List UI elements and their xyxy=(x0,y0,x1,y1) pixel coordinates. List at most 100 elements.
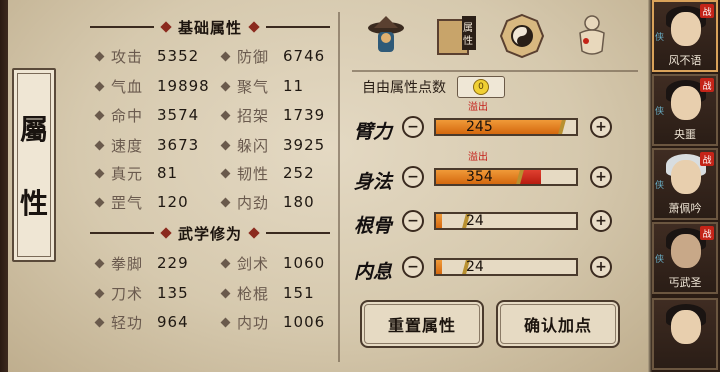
portrait-face xyxy=(671,234,701,268)
body-figure-icon xyxy=(579,15,605,55)
plus-button[interactable]: + xyxy=(590,210,612,232)
stat-name: 罡气 xyxy=(111,193,144,212)
stat-name: 内功 xyxy=(237,313,270,332)
hero-tag: 侠 xyxy=(655,107,665,117)
bagua-icon xyxy=(499,13,545,59)
bar-fill xyxy=(436,120,562,134)
hero-tag: 侠 xyxy=(655,33,665,43)
stat-name: 轻功 xyxy=(111,313,144,332)
title-diamond-left xyxy=(160,227,172,239)
battle-badge: 战 xyxy=(700,4,714,18)
tab-attributes-label: 属性 xyxy=(463,23,473,47)
stat-gang-qi: 罡气 120 xyxy=(94,191,189,213)
stat-value: 11 xyxy=(283,77,305,95)
stat-name: 剑术 xyxy=(237,254,270,273)
attr-name: 内息 xyxy=(354,260,393,283)
reset-attributes-button[interactable]: 重置属性 xyxy=(360,300,484,348)
attr-row-strength: 臂力 − 245 溢出 + xyxy=(354,102,644,150)
portrait-face xyxy=(671,310,701,344)
stat-name: 聚气 xyxy=(237,77,270,96)
stat-value: 3925 xyxy=(283,136,326,154)
tab-attributes[interactable]: 属性 xyxy=(430,10,482,62)
attr-value: 245 xyxy=(466,119,493,135)
diamond-bullet-icon xyxy=(220,81,231,91)
attr-bar[interactable]: 354 xyxy=(434,168,578,186)
tab-attributes-side[interactable]: 屬 性 xyxy=(12,68,56,262)
stat-value: 964 xyxy=(157,313,189,331)
stat-lightness: 轻功 964 xyxy=(94,311,189,333)
stat-name: 真元 xyxy=(111,164,144,183)
overflow-label: 溢出 xyxy=(468,102,488,113)
bar-fill xyxy=(436,214,442,228)
hero-tag: 侠 xyxy=(655,255,665,265)
title-diamond-right xyxy=(248,21,260,33)
character-card[interactable]: 战 侠 央噩 xyxy=(652,74,718,146)
title-line-left xyxy=(90,232,154,234)
diamond-bullet-icon xyxy=(220,168,231,178)
stat-name: 防御 xyxy=(237,47,270,66)
attr-bar[interactable]: 24 xyxy=(434,258,578,276)
diamond-bullet-icon xyxy=(220,258,231,268)
diamond-bullet-icon xyxy=(220,110,231,120)
plus-button[interactable]: + xyxy=(590,166,612,188)
minus-button[interactable]: − xyxy=(402,210,424,232)
coin-icon: 0 xyxy=(473,79,489,95)
hero-tag: 侠 xyxy=(655,181,665,191)
stat-value: 135 xyxy=(157,284,189,302)
stat-dodge: 躲闪 3925 xyxy=(220,134,326,156)
stat-defense: 防御 6746 xyxy=(220,45,326,67)
minus-button[interactable]: − xyxy=(402,166,424,188)
diamond-bullet-icon xyxy=(220,51,231,61)
horizontal-divider xyxy=(352,70,638,72)
plus-button[interactable]: + xyxy=(590,256,612,278)
diamond-bullet-icon xyxy=(94,317,105,327)
stat-hp: 气血 19898 xyxy=(94,75,210,97)
free-points-label: 自由属性点数 xyxy=(362,80,446,96)
tab-bagua[interactable] xyxy=(496,10,548,62)
martial-section-header: 武学修为 xyxy=(90,222,331,244)
stat-true-energy: 真元 81 xyxy=(94,162,179,184)
stat-value: 6746 xyxy=(283,47,326,65)
stat-name: 韧性 xyxy=(237,164,270,183)
diamond-bullet-icon xyxy=(94,140,105,150)
basic-section-title: 基础属性 xyxy=(178,18,243,37)
attr-bar[interactable]: 24 xyxy=(434,212,578,230)
stat-value: 81 xyxy=(157,164,179,182)
stat-name: 命中 xyxy=(111,106,144,125)
stat-spear: 枪棍 151 xyxy=(220,282,315,304)
attr-bar[interactable]: 245 xyxy=(434,118,578,136)
free-points-box: 0 xyxy=(457,76,505,98)
tab-body[interactable] xyxy=(566,10,618,62)
stat-name: 气血 xyxy=(111,77,144,96)
tab-equipment[interactable] xyxy=(360,10,412,62)
battle-badge: 战 xyxy=(700,152,714,166)
character-card[interactable]: 战 侠 丐武圣 xyxy=(652,222,718,294)
battle-badge: 战 xyxy=(700,226,714,240)
title-diamond-left xyxy=(160,21,172,33)
character-card[interactable] xyxy=(652,298,718,370)
stat-inner-force: 内劲 180 xyxy=(220,191,315,213)
stat-name: 躲闪 xyxy=(237,136,270,155)
character-card[interactable]: 战 侠 风不语 xyxy=(652,0,718,72)
diamond-bullet-icon xyxy=(94,197,105,207)
minus-button[interactable]: − xyxy=(402,256,424,278)
free-points-value: 0 xyxy=(478,82,484,92)
character-card[interactable]: 战 侠 萧佩吟 xyxy=(652,148,718,220)
character-name: 央噩 xyxy=(674,128,696,141)
confirm-points-button[interactable]: 确认加点 xyxy=(496,300,620,348)
portrait-face xyxy=(671,160,701,194)
minus-button[interactable]: − xyxy=(402,116,424,138)
plus-button[interactable]: + xyxy=(590,116,612,138)
portrait-face xyxy=(671,12,701,46)
title-line-right xyxy=(266,232,331,234)
side-tab-char-1: 屬 xyxy=(19,113,48,146)
attr-row-breath: 内息 − 24 + xyxy=(354,250,644,290)
title-line-left xyxy=(90,26,154,28)
attr-name: 身法 xyxy=(354,170,393,193)
diamond-bullet-icon xyxy=(94,51,105,61)
stat-name: 刀术 xyxy=(111,284,144,303)
stat-focus: 聚气 11 xyxy=(220,75,305,97)
character-name: 风不语 xyxy=(668,54,702,67)
overflow-label: 溢出 xyxy=(468,152,488,163)
stat-parry: 招架 1739 xyxy=(220,104,325,126)
